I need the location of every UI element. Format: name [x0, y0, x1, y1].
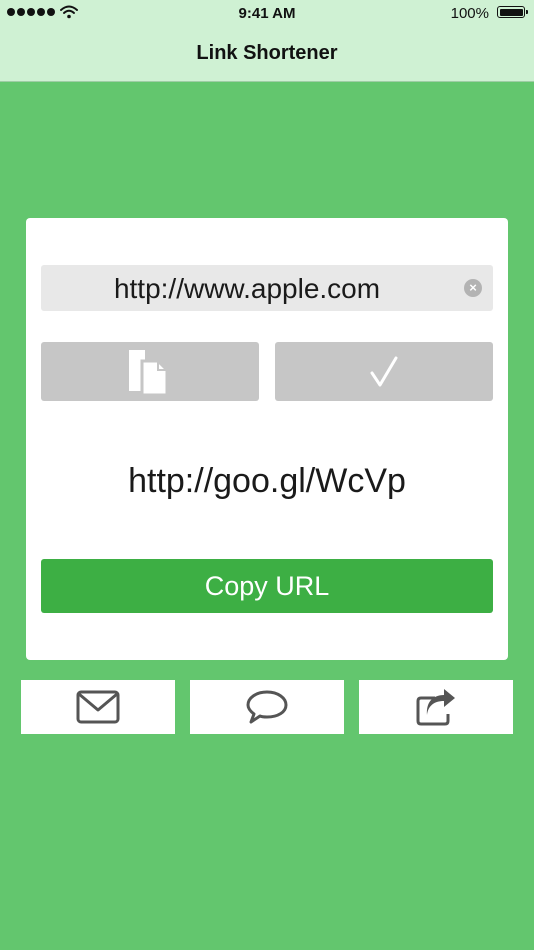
battery-percentage: 100%	[450, 5, 489, 22]
shortener-card: http://www.apple.com × http://goo.gl/WcV…	[26, 218, 508, 660]
navigation-bar: Link Shortener	[0, 28, 534, 82]
paste-button[interactable]	[41, 342, 259, 401]
share-more-button[interactable]	[359, 680, 513, 734]
share-arrow-icon	[416, 689, 455, 726]
clear-icon[interactable]: ×	[464, 279, 482, 297]
url-input[interactable]: http://www.apple.com ×	[41, 265, 493, 311]
share-message-button[interactable]	[190, 680, 344, 734]
checkmark-icon	[370, 356, 398, 386]
url-input-value[interactable]: http://www.apple.com	[41, 273, 453, 305]
page-title: Link Shortener	[196, 42, 338, 64]
short-url-result: http://goo.gl/WcVp	[128, 462, 406, 500]
envelope-icon	[76, 690, 120, 724]
share-email-button[interactable]	[21, 680, 175, 734]
status-bar: 9:41 AM 100%	[0, 0, 534, 28]
copy-url-button[interactable]: Copy URL	[41, 559, 493, 613]
paste-documents-icon	[129, 349, 169, 396]
shorten-button[interactable]	[275, 342, 493, 401]
speech-bubble-icon	[246, 690, 288, 724]
battery-icon	[497, 6, 528, 18]
